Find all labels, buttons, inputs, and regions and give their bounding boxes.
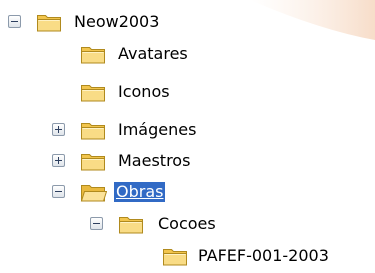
tree-node-cocoes[interactable]: Cocoes [0, 208, 260, 240]
collapse-toggle-icon[interactable] [52, 185, 65, 198]
tree-node-label[interactable]: PAFEF-001-2003 [196, 246, 331, 266]
tree-node-label[interactable]: Avatares [116, 44, 190, 64]
folder-closed-icon [162, 245, 189, 267]
tree-node-maestros[interactable]: Maestros [0, 145, 230, 177]
tree-node-obras[interactable]: Obras [0, 176, 230, 208]
tree-node-neow2003[interactable]: Neow2003 [0, 6, 200, 38]
tree-node-label[interactable]: Maestros [116, 151, 192, 171]
expand-toggle-icon[interactable] [52, 154, 65, 167]
collapse-toggle-icon[interactable] [8, 15, 21, 28]
tree-node-label[interactable]: Neow2003 [72, 12, 161, 32]
tree-node-iconos[interactable]: Iconos [0, 76, 230, 108]
tree-node-label[interactable]: Imágenes [116, 120, 198, 140]
folder-closed-icon [80, 81, 107, 103]
tree-node-label[interactable]: Cocoes [156, 214, 218, 234]
folder-closed-icon [36, 11, 63, 33]
tree-node-label[interactable]: Iconos [116, 82, 172, 102]
collapse-toggle-icon[interactable] [90, 217, 103, 230]
folder-closed-icon [80, 43, 107, 65]
tree-node-label-selected[interactable]: Obras [114, 182, 166, 202]
tree-node-imagenes[interactable]: Imágenes [0, 114, 230, 146]
folder-open-icon [80, 181, 107, 203]
tree-node-pafef-001-2003[interactable]: PAFEF-001-2003 [0, 240, 375, 272]
folder-closed-icon [118, 213, 145, 235]
tree-node-avatares[interactable]: Avatares [0, 38, 230, 70]
folder-tree: Neow2003 Avatares Iconos Imágenes Maestr… [0, 0, 375, 273]
folder-closed-icon [80, 119, 107, 141]
folder-closed-icon [80, 150, 107, 172]
expand-toggle-icon[interactable] [52, 123, 65, 136]
